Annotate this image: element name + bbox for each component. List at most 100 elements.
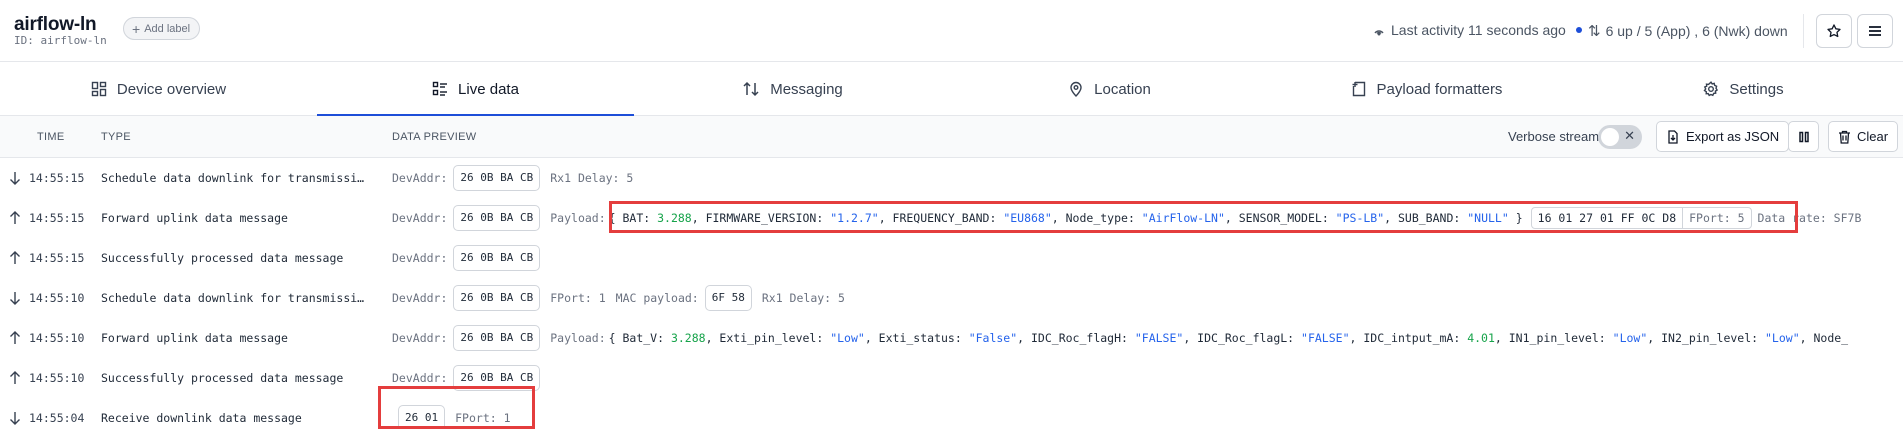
header-divider [1803, 14, 1804, 48]
traffic-counter: ⇅ 6 up / 5 (App) , 6 (Nwk) down [1588, 22, 1788, 40]
table-row[interactable]: 14:55:10 Forward uplink data message Dev… [0, 318, 1903, 358]
column-time: TIME [37, 131, 65, 143]
raw-payload-chip[interactable]: 16 01 27 01 FF 0C D8 FPort: 5 [1530, 207, 1752, 229]
devaddr-label: DevAddr: [392, 291, 448, 305]
tab-location[interactable]: Location [951, 62, 1268, 116]
tab-device-overview[interactable]: Device overview [0, 62, 317, 116]
clear-button[interactable]: Clear [1828, 121, 1899, 152]
verbose-stream-toggle[interactable]: ✕ [1598, 125, 1642, 149]
devaddr-label: DevAddr: [392, 331, 448, 345]
devaddr-chip[interactable]: 26 0B BA CB [453, 285, 541, 311]
star-icon [1827, 24, 1841, 38]
tab-label: Messaging [770, 80, 843, 98]
devaddr-label: DevAddr: [392, 371, 448, 385]
tab-settings[interactable]: Settings [1585, 62, 1902, 116]
event-type: Successfully processed data message [101, 371, 344, 385]
event-time: 14:55:15 [29, 171, 85, 185]
data-preview: 26 01 FPort: 1 [392, 398, 511, 429]
data-preview: DevAddr: 26 0B BA CB FPort: 1 MAC payloa… [392, 278, 845, 318]
table-row[interactable]: 14:55:10 Successfully processed data mes… [0, 358, 1903, 398]
data-preview: DevAddr: 26 0B BA CB [392, 238, 541, 278]
export-json-button[interactable]: Export as JSON [1656, 121, 1790, 152]
add-label-text: Add label [144, 22, 191, 35]
tab-messaging[interactable]: Messaging [634, 62, 951, 116]
export-json-label: Export as JSON [1686, 129, 1780, 144]
mac-payload-label: MAC payload: [615, 291, 699, 305]
tab-payload-formatters[interactable]: Payload formatters [1268, 62, 1585, 116]
activity-dot-icon [1575, 27, 1582, 33]
tab-label: Device overview [116, 80, 227, 98]
tab-label: Payload formatters [1376, 80, 1503, 98]
fport: FPort: 5 [1682, 208, 1750, 228]
messaging-icon [743, 81, 759, 97]
last-activity-text: Last activity 11 seconds ago [1391, 22, 1566, 38]
live-data-icon [432, 81, 448, 96]
arrow-down-icon [9, 398, 23, 429]
data-preview: DevAddr: 26 0B BA CB Rx1 Delay: 5 [392, 158, 633, 198]
payload-label: Payload: [550, 211, 606, 225]
arrow-up-icon [9, 238, 23, 278]
table-row[interactable]: 14:55:15 Successfully processed data mes… [0, 238, 1903, 278]
plus-icon: + [132, 20, 141, 37]
column-data-preview: DATA PREVIEW [392, 131, 477, 143]
data-preview: DevAddr: 26 0B BA CB Payload: { Bat_V: 3… [392, 318, 1848, 358]
export-file-icon [1668, 129, 1678, 144]
event-time: 14:55:10 [29, 371, 85, 385]
mac-payload-chip[interactable]: 6F 58 [704, 285, 752, 311]
devaddr-chip[interactable]: 26 0B BA CB [453, 165, 541, 191]
event-type: Receive downlink data message [101, 411, 302, 425]
event-type: Forward uplink data message [101, 331, 288, 345]
last-activity: Last activity 11 seconds ago [1372, 22, 1582, 38]
table-row[interactable]: 14:55:10 Schedule data downlink for tran… [0, 278, 1903, 318]
devaddr-label: DevAddr: [392, 251, 448, 265]
payload-formatters-icon [1352, 81, 1365, 97]
fport: FPort: 1 [455, 411, 511, 425]
device-header: airflow-ln ID: airflow-ln + Add label La… [0, 0, 1903, 62]
tab-label: Settings [1729, 80, 1784, 98]
tab-live-data[interactable]: Live data [317, 62, 634, 117]
table-row[interactable]: 14:55:04 Receive downlink data message 2… [0, 398, 1903, 429]
toggle-knob [1601, 128, 1619, 146]
devaddr-chip[interactable]: 26 0B BA CB [453, 205, 541, 231]
device-tabs: Device overview Live data Messaging Loca… [0, 62, 1903, 117]
event-time: 14:55:04 [29, 411, 85, 425]
up-down-arrows-icon: ⇅ [1588, 23, 1601, 40]
toggle-off-icon: ✕ [1624, 128, 1635, 143]
gear-icon [1703, 81, 1719, 97]
tab-label: Live data [458, 80, 519, 98]
decoded-payload: { Bat_V: 3.288, Exti_pin_level: "Low", E… [608, 331, 1849, 345]
event-time: 14:55:10 [29, 291, 85, 305]
raw-bytes: 16 01 27 01 FF 0C D8 [1537, 211, 1677, 225]
devaddr-label: DevAddr: [392, 171, 448, 185]
clear-label: Clear [1857, 129, 1889, 144]
devaddr-chip[interactable]: 26 0B BA CB [453, 325, 541, 351]
event-type: Schedule data downlink for transmissi… [101, 171, 365, 185]
device-id: ID: airflow-ln [14, 34, 107, 47]
devaddr-chip[interactable]: 26 0B BA CB [453, 245, 541, 271]
data-preview: DevAddr: 26 0B BA CB Payload: { BAT: 3.2… [392, 198, 1861, 238]
location-icon [1070, 81, 1082, 97]
overview-icon [91, 81, 107, 97]
device-name: airflow-ln [14, 14, 97, 35]
tab-label: Location [1094, 80, 1151, 98]
devaddr-chip[interactable]: 26 0B BA CB [453, 365, 541, 391]
menu-button[interactable] [1857, 14, 1893, 48]
arrow-up-icon [9, 358, 23, 398]
event-type: Forward uplink data message [101, 211, 288, 225]
verbose-stream-label: Verbose stream [1508, 129, 1600, 144]
decoded-payload: { BAT: 3.288, FIRMWARE_VERSION: "1.2.7",… [608, 211, 1523, 225]
traffic-text: 6 up / 5 (App) , 6 (Nwk) down [1605, 23, 1788, 39]
table-row[interactable]: 14:55:15 Schedule data downlink for tran… [0, 158, 1903, 198]
rx1-delay: Rx1 Delay: 5 [761, 291, 845, 305]
pause-icon [1798, 131, 1809, 142]
payload-label: Payload: [550, 331, 606, 345]
pause-stream-button[interactable] [1788, 121, 1819, 152]
add-label-button[interactable]: + Add label [123, 17, 201, 40]
bookmark-button[interactable] [1816, 14, 1852, 48]
data-preview: DevAddr: 26 0B BA CB [392, 358, 541, 398]
trash-icon [1839, 130, 1850, 144]
arrow-down-icon [9, 278, 23, 318]
raw-payload-chip[interactable]: 26 01 [398, 405, 446, 429]
arrow-down-icon [9, 158, 23, 198]
table-row[interactable]: 14:55:15 Forward uplink data message Dev… [0, 198, 1903, 238]
